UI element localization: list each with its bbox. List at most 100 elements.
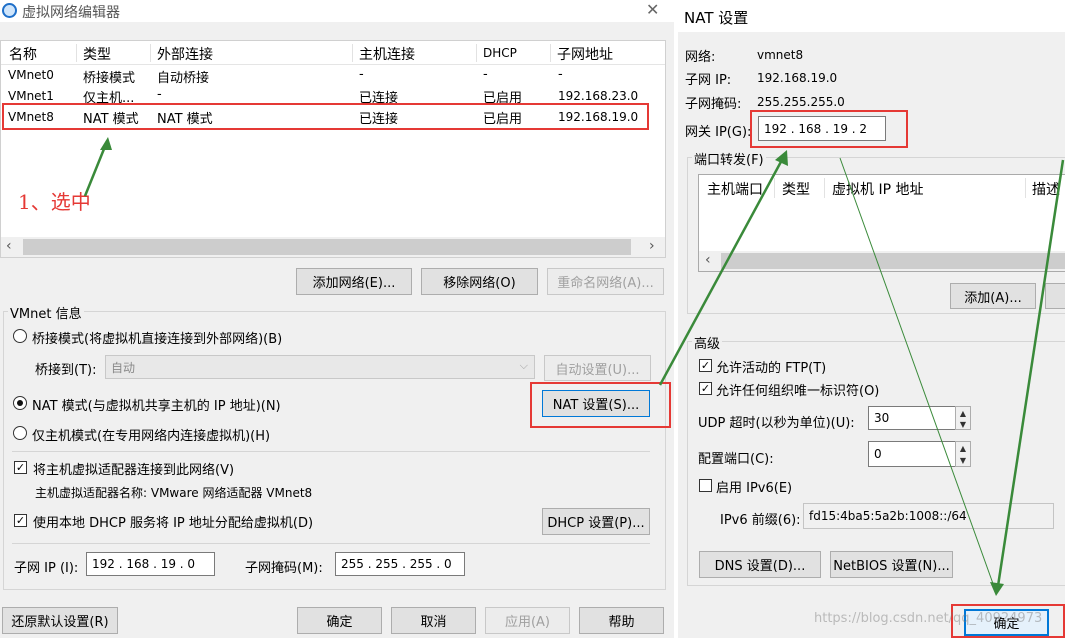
- column-header-name[interactable]: 名称: [9, 44, 37, 64]
- cell: -: [483, 67, 488, 82]
- window-title: 虚拟网络编辑器: [22, 5, 120, 21]
- list-header: 名称 类型 外部连接 主机连接 DHCP 子网地址: [1, 41, 665, 65]
- allow-ftp-checkbox[interactable]: ✓: [699, 359, 712, 372]
- network-label: 网络:: [685, 50, 716, 65]
- restore-defaults-button[interactable]: 还原默认设置(R): [2, 607, 118, 634]
- virtual-network-editor-window: 虚拟网络编辑器 ✕ 名称 类型 外部连接 主机连接 DHCP 子网地址 VMne…: [0, 0, 674, 638]
- remove-network-button[interactable]: 移除网络(O): [421, 268, 538, 295]
- up-arrow-icon[interactable]: ▲: [956, 442, 970, 454]
- column-header-type[interactable]: 类型: [83, 44, 111, 64]
- pf-header-description[interactable]: 描述: [1032, 179, 1060, 199]
- gateway-highlight: [750, 110, 908, 148]
- bridge-mode-radio[interactable]: [13, 329, 27, 343]
- pf-header-type[interactable]: 类型: [782, 179, 810, 199]
- subnet-mask-label: 子网掩码(M):: [245, 561, 323, 576]
- add-port-forward-button[interactable]: 添加(A)...: [950, 283, 1036, 309]
- use-dhcp-label[interactable]: 使用本地 DHCP 服务将 IP 地址分配给虚拟机(D): [33, 512, 313, 531]
- network-list[interactable]: 名称 类型 外部连接 主机连接 DHCP 子网地址 VMnet0 桥接模式 自动…: [0, 40, 666, 258]
- annotation-select: 1、选中: [18, 190, 91, 214]
- scroll-left-icon[interactable]: ‹: [6, 238, 12, 254]
- column-header-subnet[interactable]: 子网地址: [557, 44, 613, 64]
- nat-settings-highlight: [530, 382, 671, 428]
- title-bar: 虚拟网络编辑器 ✕: [0, 0, 674, 22]
- gateway-label: 网关 IP(G):: [685, 125, 752, 140]
- subnet-ip-value: 192.168.19.0: [757, 71, 838, 85]
- watermark: https://blog.csdn.net/qq_40924973: [814, 611, 1043, 626]
- network-value: vmnet8: [757, 48, 804, 62]
- ok-button[interactable]: 确定: [297, 607, 382, 634]
- netbios-settings-button[interactable]: NetBIOS 设置(N)...: [830, 551, 953, 578]
- scroll-right-icon[interactable]: ›: [649, 238, 655, 254]
- udp-spinner[interactable]: ▲ ▼: [955, 406, 971, 430]
- ipv6-prefix-label: IPv6 前缀(6):: [720, 513, 801, 528]
- scroll-thumb[interactable]: [23, 239, 631, 255]
- host-only-radio[interactable]: [13, 426, 27, 440]
- bridge-mode-label[interactable]: 桥接模式(将虚拟机直接连接到外部网络)(B): [32, 328, 282, 347]
- help-button[interactable]: 帮助: [579, 607, 664, 634]
- subnet-mask-field[interactable]: 255 . 255 . 255 . 0: [335, 552, 465, 576]
- nat-mode-radio[interactable]: [13, 396, 27, 410]
- add-network-button[interactable]: 添加网络(E)...: [296, 268, 412, 295]
- pf-header-host-port[interactable]: 主机端口: [707, 179, 763, 199]
- up-arrow-icon[interactable]: ▲: [956, 407, 970, 418]
- allow-oid-label[interactable]: 允许任何组织唯一标识符(O): [716, 380, 879, 399]
- column-header-dhcp[interactable]: DHCP: [483, 46, 517, 60]
- allow-ftp-label[interactable]: 允许活动的 FTP(T): [716, 357, 826, 376]
- bridge-to-select[interactable]: 自动 ⌵: [105, 355, 535, 379]
- config-port-field[interactable]: 0: [868, 441, 956, 467]
- config-port-label: 配置端口(C):: [698, 452, 774, 467]
- rename-network-button[interactable]: 重命名网络(A)...: [547, 268, 664, 295]
- cell: -: [359, 67, 364, 82]
- chevron-down-icon: ⌵: [519, 359, 528, 372]
- screenshot: 虚拟网络编辑器 ✕ 名称 类型 外部连接 主机连接 DHCP 子网地址 VMne…: [0, 0, 1065, 638]
- subnet-mask-label: 子网掩码:: [685, 97, 742, 112]
- connect-adapter-label[interactable]: 将主机虚拟适配器连接到此网络(V): [33, 459, 234, 478]
- auto-settings-button[interactable]: 自动设置(U)...: [544, 355, 651, 381]
- port-forward-label: 端口转发(F): [692, 149, 766, 168]
- down-arrow-icon[interactable]: ▼: [956, 418, 970, 429]
- use-dhcp-checkbox[interactable]: ✓: [14, 514, 27, 527]
- connect-adapter-checkbox[interactable]: ✓: [14, 461, 27, 474]
- enable-ipv6-label[interactable]: 启用 IPv6(E): [716, 477, 792, 496]
- close-icon[interactable]: ✕: [646, 0, 659, 19]
- port-forward-list[interactable]: 主机端口 类型 虚拟机 IP 地址 描述 ‹: [698, 174, 1065, 272]
- down-arrow-icon[interactable]: ▼: [956, 454, 970, 466]
- divider: [12, 451, 650, 452]
- ipv6-prefix-field[interactable]: fd15:4ba5:5a2b:1008::/64: [803, 503, 1054, 529]
- selection-highlight: [2, 103, 649, 130]
- scroll-thumb[interactable]: [721, 253, 1065, 269]
- table-row[interactable]: VMnet0 桥接模式 自动桥接 - - -: [1, 66, 665, 86]
- nat-mode-label[interactable]: NAT 模式(与虚拟机共享主机的 IP 地址)(N): [32, 395, 281, 414]
- allow-oid-checkbox[interactable]: ✓: [699, 382, 712, 395]
- horizontal-scrollbar[interactable]: ‹: [699, 251, 1065, 271]
- cell: 桥接模式: [83, 71, 136, 86]
- divider: [12, 543, 650, 544]
- dns-settings-button[interactable]: DNS 设置(D)...: [699, 551, 821, 578]
- bridge-to-value: 自动: [111, 360, 136, 375]
- advanced-label: 高级: [692, 333, 723, 352]
- column-header-host[interactable]: 主机连接: [359, 44, 415, 64]
- cancel-button[interactable]: 取消: [391, 607, 476, 634]
- host-only-label[interactable]: 仅主机模式(在专用网络内连接虚拟机)(H): [32, 425, 270, 444]
- subnet-ip-label: 子网 IP (I):: [14, 561, 79, 576]
- cell: -: [558, 67, 563, 82]
- udp-timeout-label: UDP 超时(以秒为单位)(U):: [698, 416, 855, 431]
- window-title: NAT 设置: [684, 9, 749, 27]
- scroll-left-icon[interactable]: ‹: [705, 252, 711, 268]
- title-bar: NAT 设置: [678, 0, 1065, 32]
- subnet-ip-field[interactable]: 192 . 168 . 19 . 0: [86, 552, 215, 576]
- vmnet-info-label: VMnet 信息: [8, 303, 84, 322]
- cell: 自动桥接: [157, 71, 210, 86]
- horizontal-scrollbar[interactable]: ‹ ›: [1, 237, 665, 257]
- pf-header-vm-ip[interactable]: 虚拟机 IP 地址: [832, 179, 923, 199]
- enable-ipv6-checkbox[interactable]: [699, 479, 712, 492]
- column-header-external[interactable]: 外部连接: [157, 44, 213, 64]
- network-globe-icon: [2, 3, 17, 18]
- dhcp-settings-button[interactable]: DHCP 设置(P)...: [542, 508, 650, 535]
- udp-timeout-field[interactable]: 30: [868, 406, 956, 430]
- subnet-mask-value: 255.255.255.0: [757, 95, 845, 109]
- config-port-spinner[interactable]: ▲ ▼: [955, 441, 971, 467]
- cell: VMnet1: [8, 89, 54, 103]
- apply-button[interactable]: 应用(A): [485, 607, 570, 634]
- more-button-partial[interactable]: [1045, 283, 1065, 309]
